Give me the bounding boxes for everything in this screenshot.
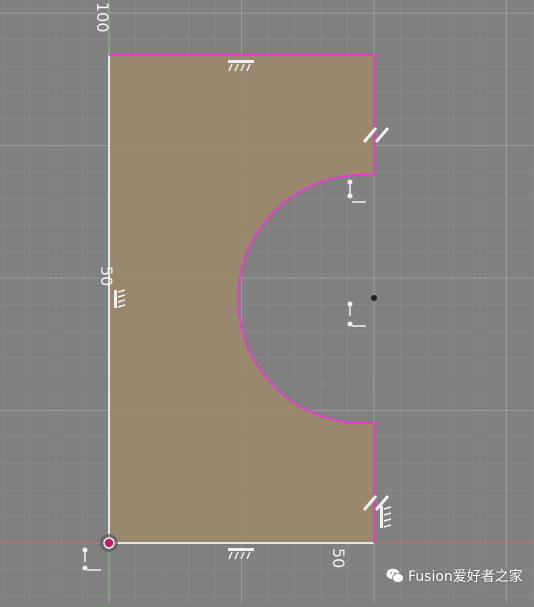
watermark: Fusion爱好者之家 [386, 566, 523, 586]
dimension-top-axis[interactable]: 100 [93, 2, 112, 33]
coincident-constraint-icon[interactable] [82, 547, 102, 571]
sketch-canvas[interactable] [0, 0, 534, 603]
arc-center-point[interactable] [371, 295, 377, 301]
coincident-constraint-icon[interactable] [347, 301, 367, 327]
dimension-width[interactable]: 50 [329, 548, 348, 568]
watermark-text: Fusion爱好者之家 [408, 569, 523, 585]
dimension-height[interactable]: 50 [97, 266, 116, 286]
origin-point[interactable] [100, 534, 118, 552]
wechat-icon [386, 568, 404, 584]
sketch-viewport[interactable]: 100 50 50 Fusion爱好者之家 [0, 0, 534, 603]
